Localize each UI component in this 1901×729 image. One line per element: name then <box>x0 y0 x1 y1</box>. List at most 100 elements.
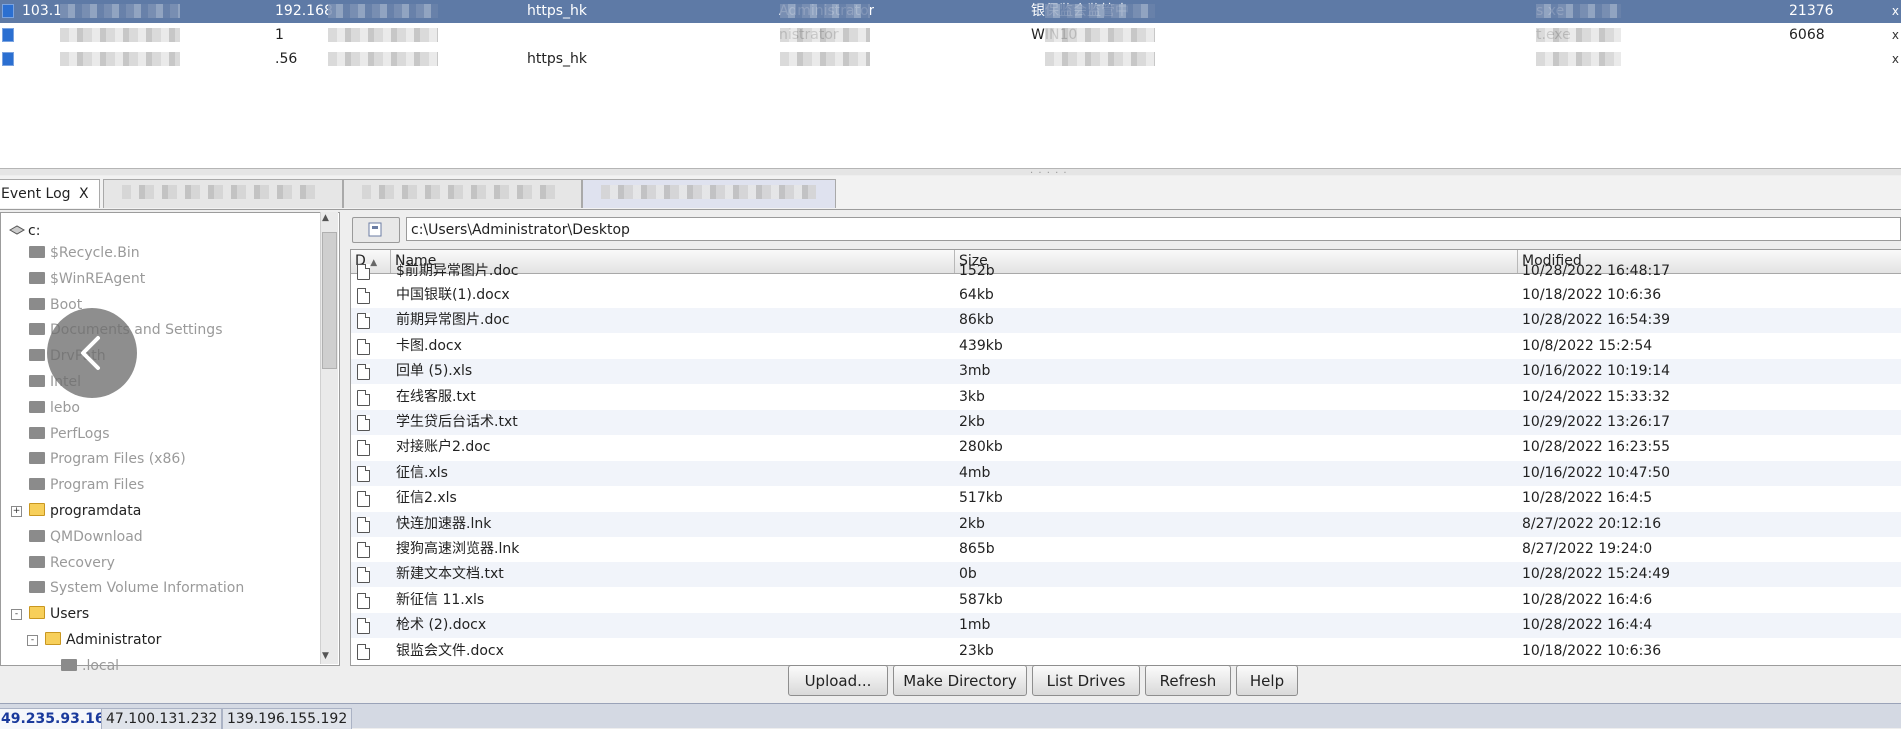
make-directory-button[interactable]: Make Directory <box>893 665 1027 696</box>
file-icon <box>357 313 370 330</box>
tree-item[interactable]: .local <box>61 654 119 678</box>
file-table: D ▲ Name Size Modified $前期异常图片.doc 152b 10… <box>350 249 1901 666</box>
file-size: 23kb <box>959 642 994 659</box>
tree-item-label: $Recycle.Bin <box>50 245 140 261</box>
file-icon <box>357 491 370 508</box>
folder-icon <box>29 375 45 387</box>
tree-item[interactable]: Program Files <box>29 473 144 497</box>
file-row[interactable]: 学生贷后台话术.txt 2kb 10/29/2022 13:26:17 <box>351 410 1901 435</box>
tree-item-label: System Volume Information <box>50 580 245 597</box>
tab-redacted-3[interactable] <box>582 179 836 208</box>
tree-item-label: $WinREAgent <box>50 270 146 287</box>
pane-splitter[interactable] <box>0 168 1901 175</box>
file-row[interactable]: 新建文本文档.txt 0b 10/28/2022 15:24:49 <box>351 562 1901 588</box>
up-directory-button[interactable] <box>352 217 400 243</box>
session-listener: https_hk <box>527 3 588 19</box>
tab-redacted-1[interactable] <box>103 179 343 208</box>
folder-icon <box>29 529 45 542</box>
file-size: 439kb <box>959 337 1003 354</box>
session-close-icon[interactable]: x <box>1892 47 1899 71</box>
session-pid: 21376 <box>1789 3 1834 19</box>
list-drives-button[interactable]: List Drives <box>1032 665 1140 696</box>
file-size: 2kb <box>959 414 985 430</box>
file-icon <box>357 592 370 609</box>
tree-item[interactable]: PerfLogs <box>29 422 110 446</box>
file-row[interactable]: 搜狗高速浏览器.lnk 865b 8/27/2022 19:24:0 <box>351 537 1901 562</box>
file-icon <box>357 465 370 482</box>
folder-icon <box>29 297 45 310</box>
file-icon <box>357 516 370 533</box>
file-row[interactable]: 回单 (5).xls 3mb 10/16/2022 10:19:14 <box>351 359 1901 385</box>
status-tab-3[interactable]: 139.196.155.192 <box>222 708 353 729</box>
tree-item[interactable]: lebo <box>29 396 80 420</box>
redacted-block <box>60 4 180 18</box>
computer-icon <box>2 52 14 66</box>
refresh-button[interactable]: Refresh <box>1145 665 1231 696</box>
tree-item[interactable]: $WinREAgent <box>29 267 145 291</box>
tree-item[interactable]: QMDownload <box>29 525 143 549</box>
tree-item[interactable]: - Administrator <box>27 628 162 652</box>
tree-item-label: Users <box>50 606 90 623</box>
tree-item[interactable]: $Recycle.Bin <box>29 241 140 265</box>
file-name: 对接账户2.doc <box>396 439 491 456</box>
file-modified: 8/27/2022 20:12:16 <box>1522 515 1662 532</box>
file-name: 征信.xls <box>396 464 448 481</box>
file-row[interactable]: 征信2.xls 517kb 10/28/2022 16:4:5 <box>351 486 1901 511</box>
tree-item[interactable]: - Users <box>11 602 90 626</box>
file-modified: 10/24/2022 15:33:32 <box>1522 388 1671 405</box>
file-icon <box>357 264 370 280</box>
file-row[interactable]: 前期异常图片.doc 86kb 10/28/2022 16:54:39 <box>351 308 1901 334</box>
file-icon <box>357 364 370 381</box>
file-row[interactable]: 快连加速器.lnk 2kb 8/27/2022 20:12:16 <box>351 511 1901 537</box>
file-name: 新征信 11.xls <box>396 591 485 608</box>
tree-item[interactable]: Recovery <box>29 551 115 575</box>
back-overlay-button[interactable] <box>47 308 137 398</box>
file-row[interactable]: 在线客服.txt 3kb 10/24/2022 15:33:32 <box>351 385 1901 410</box>
file-row[interactable]: 卡图.docx 439kb 10/8/2022 15:2:54 <box>351 334 1901 359</box>
status-bar: 49.235.93.161 47.100.131.232 139.196.155… <box>0 703 1901 729</box>
tree-scrollbar-thumb[interactable] <box>322 232 337 369</box>
folder-icon <box>29 503 45 516</box>
tab-event-log[interactable]: Event Log X <box>0 179 100 208</box>
chevron-left-icon <box>81 336 100 370</box>
session-row[interactable]: .56 https_hk x <box>0 47 1901 71</box>
folder-icon <box>29 606 45 620</box>
session-row[interactable]: 1nistratorWIN10t.exe6068x <box>0 23 1901 47</box>
tree-root-drive[interactable]: c: <box>8 219 40 243</box>
file-row[interactable]: $前期异常图片.doc 152b 10/28/2022 16:48:17 <box>351 259 1901 284</box>
tree-item-label: lebo <box>50 399 80 416</box>
session-pid: 6068 <box>1789 27 1825 43</box>
scroll-up-icon[interactable]: ▲ <box>322 213 329 223</box>
session-close-icon[interactable]: x <box>1892 23 1899 47</box>
file-icon <box>357 389 370 406</box>
collapse-icon[interactable]: - <box>27 635 38 646</box>
tree-item[interactable]: + programdata <box>11 499 141 523</box>
file-row[interactable]: 征信.xls 4mb 10/16/2022 10:47:50 <box>351 460 1901 486</box>
collapse-icon[interactable]: - <box>11 609 22 621</box>
session-close-icon[interactable]: x <box>1892 0 1899 23</box>
tab-close-icon[interactable]: X <box>79 180 89 208</box>
scroll-down-icon[interactable]: ▼ <box>322 651 329 661</box>
file-row[interactable]: 新征信 11.xls 587kb 10/28/2022 16:4:6 <box>351 588 1901 613</box>
upload-button[interactable]: Upload... <box>788 665 888 696</box>
file-size: 1mb <box>959 617 991 634</box>
file-name: 银监会文件.docx <box>396 642 504 659</box>
file-row[interactable]: 枪术 (2).docx 1mb 10/28/2022 16:4:4 <box>351 613 1901 639</box>
tree-item[interactable]: Program Files (x86) <box>29 447 186 471</box>
directory-tree[interactable]: c: $Recycle.Bin $WinREAgent Boot Documents a… <box>0 212 340 674</box>
session-row[interactable]: 103.1192.168https_hkAdministrator银保监会监管中… <box>0 0 1901 23</box>
tree-item-label: Administrator <box>66 632 162 648</box>
redacted-block <box>1045 28 1155 42</box>
file-row[interactable]: 中国银联(1).docx 64kb 10/18/2022 10:6:36 <box>351 283 1901 308</box>
file-row[interactable]: 银监会文件.docx 23kb 10/18/2022 10:6:36 <box>351 639 1901 664</box>
file-row[interactable]: 对接账户2.doc 280kb 10/28/2022 16:23:55 <box>351 435 1901 460</box>
tree-item[interactable]: System Volume Information <box>29 576 244 600</box>
tab-redacted-2[interactable] <box>343 179 582 208</box>
file-icon <box>357 567 370 584</box>
help-button[interactable]: Help <box>1236 665 1298 696</box>
path-input[interactable]: c:\Users\Administrator\Desktop <box>406 217 1901 241</box>
expand-icon[interactable]: + <box>11 506 22 517</box>
folder-icon <box>29 581 45 594</box>
session-external: 103.1 <box>22 3 63 19</box>
status-tab-2[interactable]: 47.100.131.232 <box>101 708 223 729</box>
